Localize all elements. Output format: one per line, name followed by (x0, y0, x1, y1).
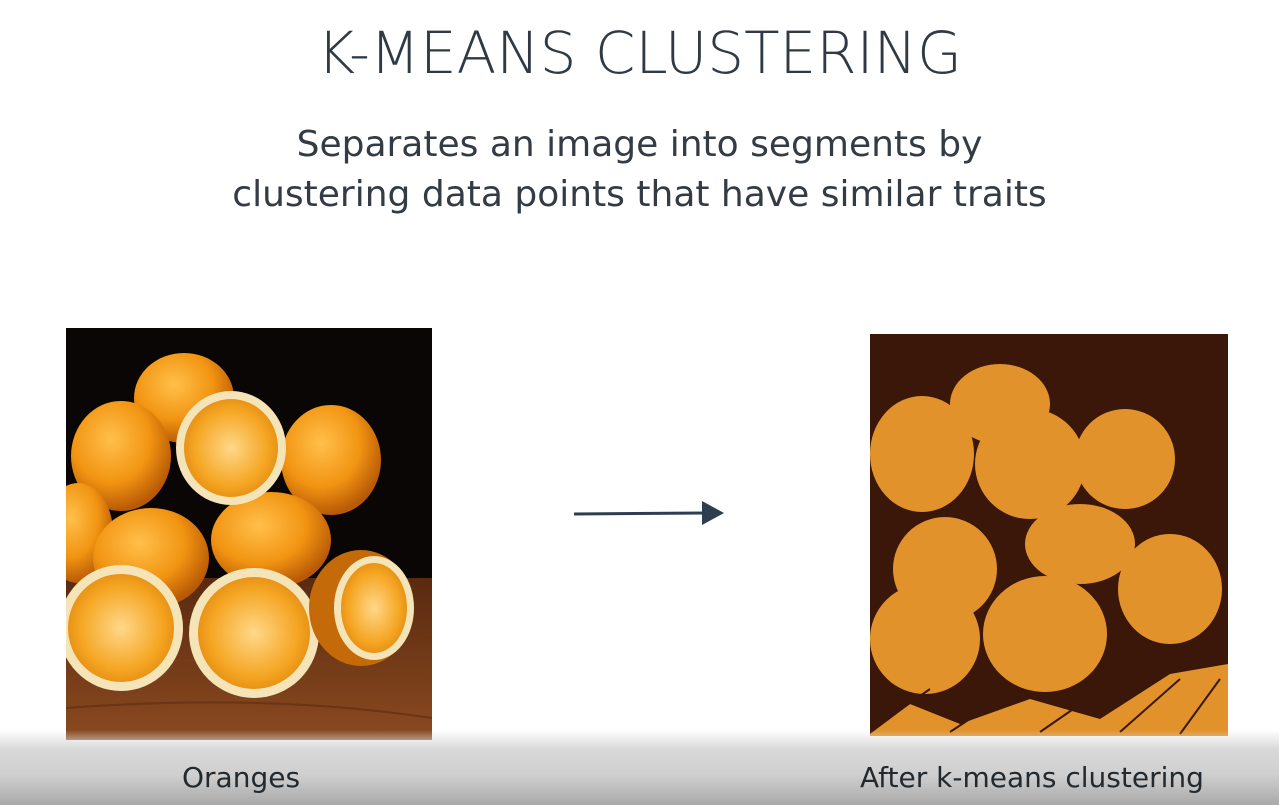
subtitle-line-2: clustering data points that have similar… (232, 174, 1047, 215)
slide: K-MEANS CLUSTERING Separates an image in… (0, 0, 1279, 805)
oranges-caption: Oranges (182, 761, 301, 794)
clustered-photo (870, 334, 1228, 736)
right-arrow-icon (570, 498, 730, 528)
subtitle-line-1: Separates an image into segments by (296, 124, 983, 165)
slide-title: K-MEANS CLUSTERING (317, 19, 962, 87)
slide-subtitle: Separates an image into segments by clus… (0, 120, 1279, 220)
oranges-photo (66, 328, 432, 740)
clustered-caption: After k-means clustering (860, 761, 1204, 794)
